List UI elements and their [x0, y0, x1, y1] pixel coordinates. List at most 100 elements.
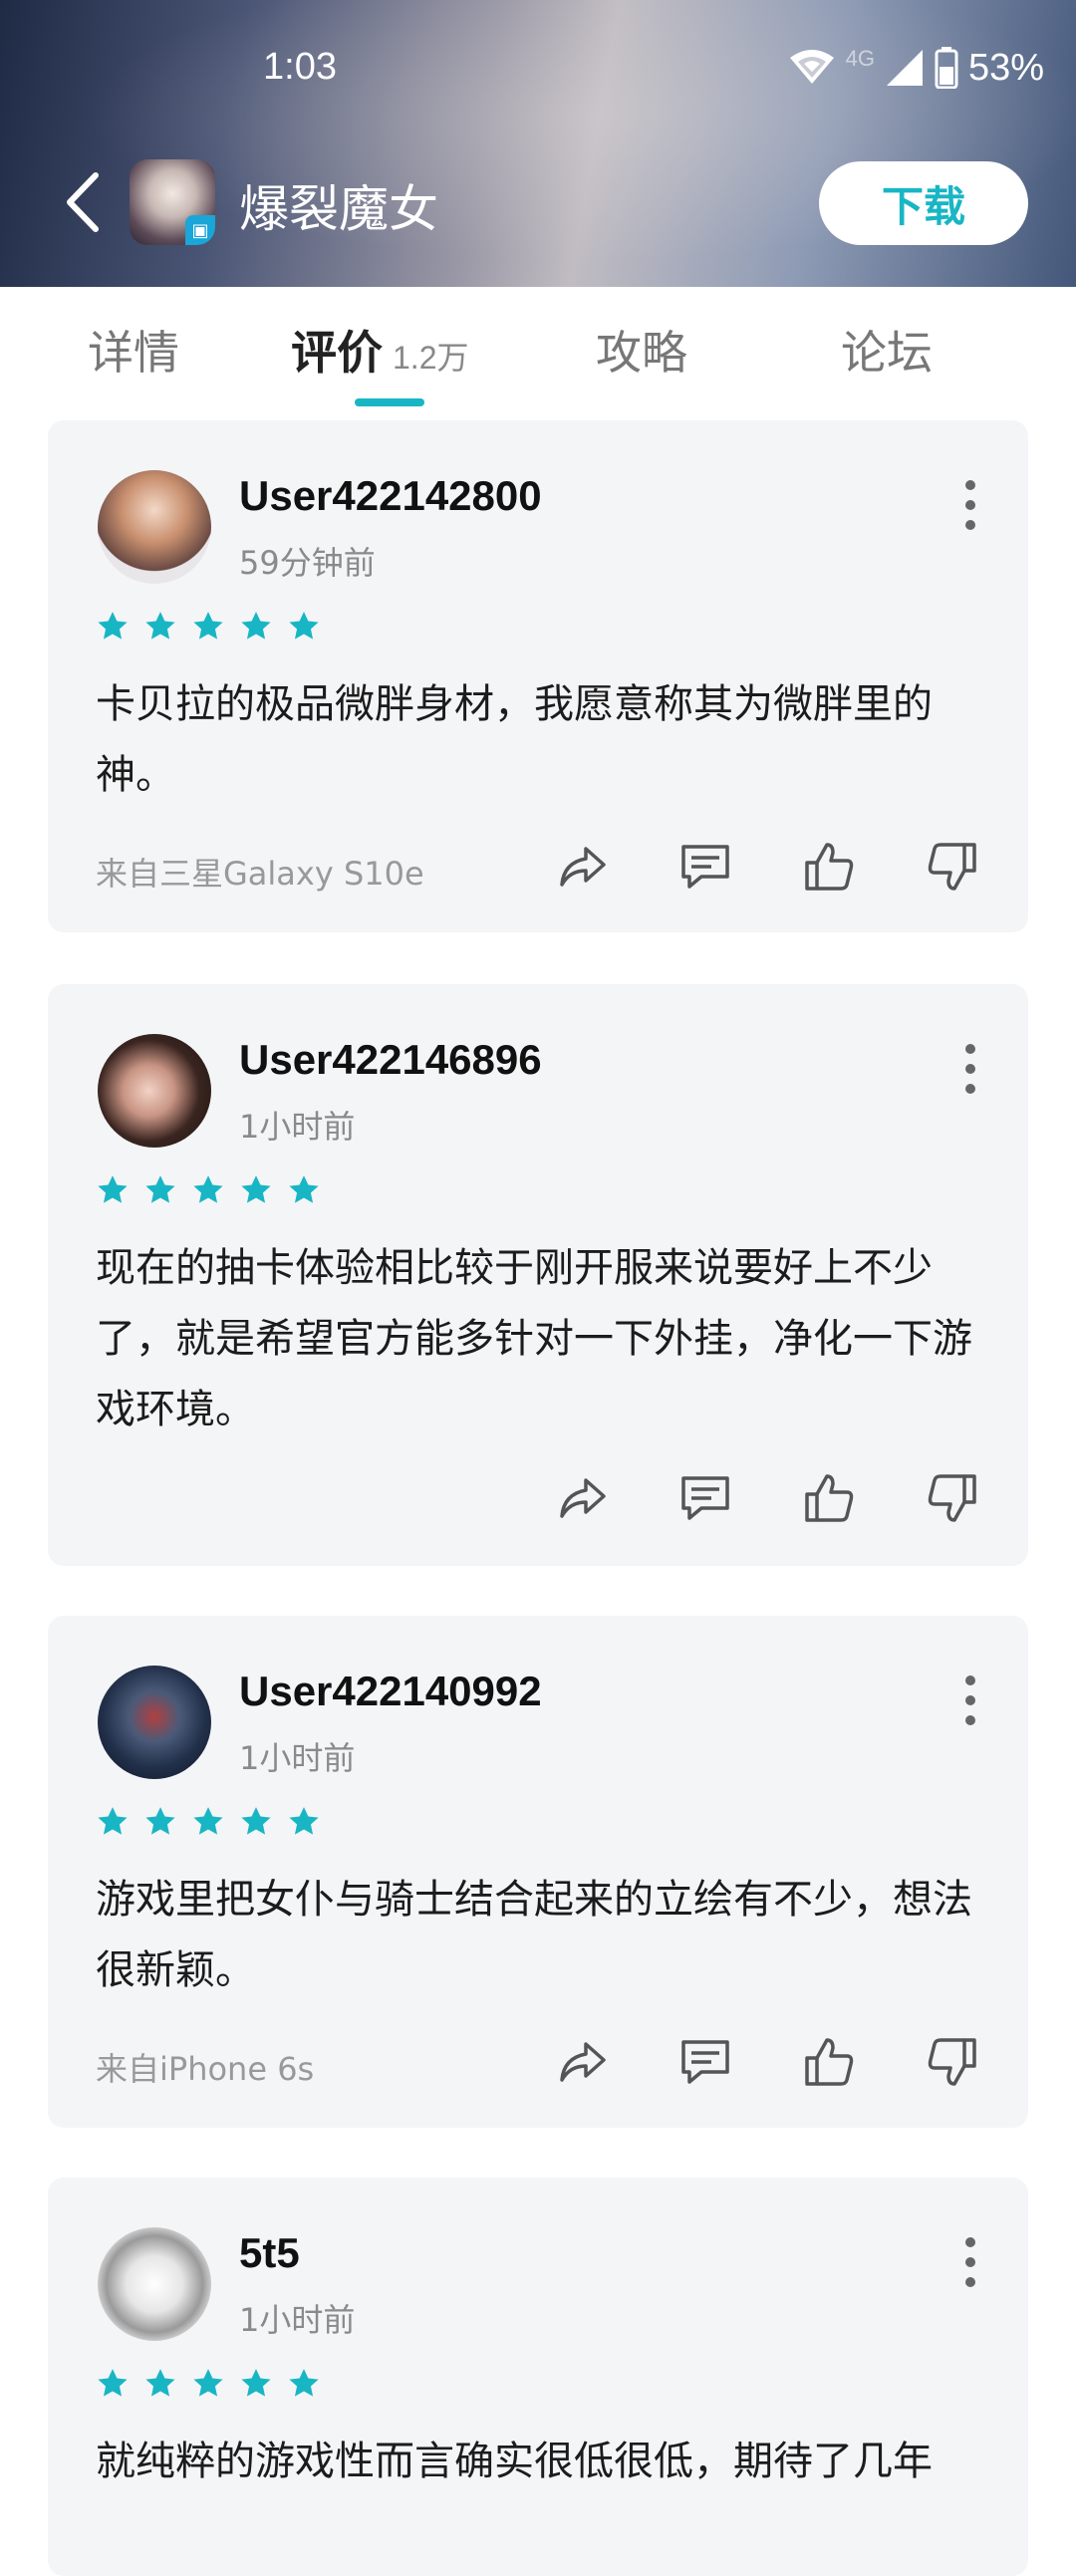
like-button[interactable] — [801, 839, 857, 895]
star-icon — [241, 1807, 271, 1835]
star-icon — [145, 1807, 175, 1835]
thumbs-up-icon — [805, 1474, 854, 1522]
star-icon — [145, 1175, 175, 1203]
more-options-icon[interactable] — [964, 2237, 976, 2287]
thumbs-up-icon — [805, 843, 854, 891]
tv-badge-icon: ▣ — [185, 215, 215, 245]
dislike-button[interactable] — [925, 2034, 980, 2090]
thumbs-up-icon — [805, 2038, 854, 2086]
app-header: 1:03 4G 53% ▣ 爆裂魔女 下载 — [0, 0, 1076, 287]
review-text: 卡贝拉的极品微胖身材，我愿意称其为微胖里的神。 — [96, 681, 933, 798]
status-icons: 4G 53% — [788, 44, 1044, 92]
post-time: 1小时前 — [239, 1739, 356, 1777]
wifi-icon — [789, 50, 834, 84]
device-source: 来自iPhone 6s — [96, 2050, 315, 2088]
username[interactable]: User422146896 — [239, 1036, 542, 1084]
signal-icon — [886, 50, 923, 86]
comment-button[interactable] — [677, 2034, 733, 2090]
download-button[interactable]: 下载 — [819, 161, 1028, 245]
post-time: 1小时前 — [239, 1108, 356, 1146]
device-source: 来自三星Galaxy S10e — [96, 855, 424, 893]
comment-button[interactable] — [677, 839, 733, 895]
like-button[interactable] — [801, 1470, 857, 1526]
review-text: 现在的抽卡体验相比较于刚开服来说要好上不少了，就是希望官方能多针对一下外挂，净化… — [96, 1245, 972, 1432]
review-count: 1.2万 — [393, 340, 469, 376]
review-card[interactable]: User422140992 1小时前 游戏里把女仆与骑士结合起来的立绘有不少，想… — [48, 1616, 1028, 2128]
review-actions — [554, 1470, 980, 1526]
star-icon — [193, 1807, 223, 1835]
like-button[interactable] — [801, 2034, 857, 2090]
comment-icon — [681, 845, 729, 889]
tab-label: 攻略 — [596, 326, 687, 380]
star-icon — [289, 2369, 319, 2397]
star-icon — [241, 2369, 271, 2397]
more-options-icon[interactable] — [964, 1675, 976, 1725]
star-rating — [96, 1805, 321, 1839]
tab-reviews[interactable]: 评价 1.2万 — [291, 317, 469, 383]
comment-button[interactable] — [677, 1470, 733, 1526]
star-icon — [193, 1175, 223, 1203]
tab-forum[interactable]: 论坛 — [841, 317, 933, 383]
share-button[interactable] — [554, 2034, 610, 2090]
dislike-button[interactable] — [925, 839, 980, 895]
status-time: 1:03 — [263, 46, 337, 88]
tab-label: 论坛 — [841, 326, 933, 380]
tab-details[interactable]: 详情 — [88, 317, 179, 383]
star-rating — [96, 2367, 321, 2401]
more-options-icon[interactable] — [964, 480, 976, 530]
star-icon — [289, 612, 319, 640]
thumbs-down-icon — [928, 2038, 976, 2086]
star-icon — [145, 2369, 175, 2397]
review-card[interactable]: User422146896 1小时前 现在的抽卡体验相比较于刚开服来说要好上不少… — [48, 984, 1028, 1566]
tab-bar: 详情 评价 1.2万 攻略 论坛 — [0, 287, 1076, 406]
review-card[interactable]: 5t5 1小时前 就纯粹的游戏性而言确实很低很低，期待了几年 — [48, 2178, 1028, 2576]
tab-label: 详情 — [88, 326, 179, 380]
star-icon — [98, 1175, 128, 1203]
share-icon — [560, 1478, 606, 1518]
share-button[interactable] — [554, 1470, 610, 1526]
post-time: 1小时前 — [239, 2301, 356, 2339]
star-icon — [193, 2369, 223, 2397]
star-icon — [193, 612, 223, 640]
username[interactable]: User422142800 — [239, 472, 542, 520]
battery-percent: 53% — [967, 46, 1044, 89]
review-text: 就纯粹的游戏性而言确实很低很低，期待了几年 — [96, 2439, 933, 2484]
avatar[interactable] — [98, 1034, 211, 1148]
thumbs-down-icon — [928, 843, 976, 891]
review-actions — [554, 839, 980, 895]
review-actions — [554, 2034, 980, 2090]
star-icon — [98, 2369, 128, 2397]
post-time: 59分钟前 — [239, 544, 376, 582]
dislike-button[interactable] — [925, 1470, 980, 1526]
avatar[interactable] — [98, 1666, 211, 1779]
app-icon: ▣ — [130, 159, 215, 245]
comment-icon — [681, 1476, 729, 1520]
more-options-icon[interactable] — [964, 1044, 976, 1094]
active-tab-indicator — [355, 398, 424, 406]
star-icon — [98, 612, 128, 640]
avatar[interactable] — [98, 470, 211, 584]
battery-icon — [935, 47, 958, 89]
review-card[interactable]: User422142800 59分钟前 卡贝拉的极品微胖身材，我愿意称其为微胖里… — [48, 420, 1028, 932]
username[interactable]: 5t5 — [239, 2229, 300, 2277]
username[interactable]: User422140992 — [239, 1668, 542, 1715]
thumbs-down-icon — [928, 1474, 976, 1522]
back-button[interactable] — [62, 169, 110, 235]
chevron-left-icon — [67, 172, 99, 232]
star-rating — [96, 1173, 321, 1207]
star-icon — [145, 612, 175, 640]
share-button[interactable] — [554, 839, 610, 895]
comment-icon — [681, 2040, 729, 2084]
app-title: 爆裂魔女 — [239, 180, 438, 238]
avatar[interactable] — [98, 2227, 211, 2341]
share-icon — [560, 847, 606, 887]
star-icon — [289, 1807, 319, 1835]
star-icon — [241, 1175, 271, 1203]
review-text: 游戏里把女仆与骑士结合起来的立绘有不少，想法很新颖。 — [96, 1877, 972, 1993]
tab-guides[interactable]: 攻略 — [596, 317, 687, 383]
star-icon — [241, 612, 271, 640]
star-icon — [289, 1175, 319, 1203]
star-icon — [98, 1807, 128, 1835]
share-icon — [560, 2042, 606, 2082]
network-type: 4G — [845, 46, 875, 71]
